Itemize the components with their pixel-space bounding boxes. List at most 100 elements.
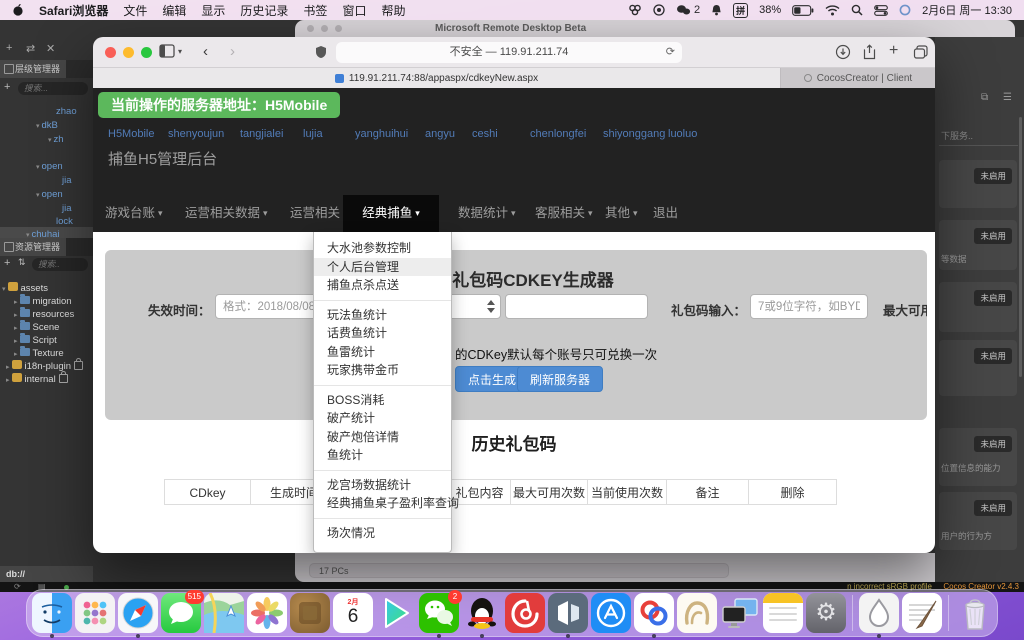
dock-navicat[interactable] bbox=[677, 593, 717, 633]
hierarchy-node[interactable]: ▾dkB bbox=[36, 119, 58, 132]
swap-icon[interactable]: ⇄ bbox=[26, 42, 35, 55]
nav-statistics[interactable]: 数据统计 bbox=[458, 195, 516, 232]
tab-assets[interactable]: 资源管理器 bbox=[0, 238, 66, 256]
menu-item[interactable]: 捕鱼点杀点送 bbox=[314, 276, 451, 295]
menu-item[interactable]: 玩家携带金币 bbox=[314, 361, 451, 380]
tab-hierarchy[interactable]: 层级管理器 bbox=[0, 60, 66, 78]
hierarchy-node[interactable]: ▾open bbox=[36, 188, 63, 201]
dock-qq[interactable] bbox=[462, 593, 502, 633]
nav-other[interactable]: 其他 bbox=[605, 195, 638, 232]
dock-trash[interactable] bbox=[955, 593, 995, 633]
dock-sunlogin[interactable] bbox=[634, 593, 674, 633]
dock-calendar[interactable]: 2月 6 bbox=[333, 593, 373, 633]
address-bar[interactable]: 不安全 — 119.91.211.74 ⟳ bbox=[336, 42, 682, 63]
menu-item[interactable]: BOSS消耗 bbox=[314, 391, 451, 410]
cluster-icon[interactable] bbox=[628, 4, 642, 16]
record-icon[interactable] bbox=[653, 4, 665, 16]
hierarchy-search-input[interactable]: 搜索... bbox=[18, 82, 88, 95]
menu-item[interactable]: 大水池参数控制 bbox=[314, 239, 451, 258]
server-link[interactable]: ceshi bbox=[472, 128, 498, 140]
asset-node-assets[interactable]: ▾assets bbox=[2, 282, 48, 295]
service-card[interactable]: 未启用 bbox=[939, 282, 1017, 332]
menu-item-highlighted[interactable]: 个人后台管理 bbox=[314, 258, 451, 277]
add-asset-button[interactable]: + bbox=[4, 257, 10, 269]
bell-icon[interactable] bbox=[711, 4, 722, 16]
reload-icon[interactable]: ⟳ bbox=[666, 42, 675, 63]
menu-item[interactable]: 破产统计 bbox=[314, 409, 451, 428]
input-method-icon[interactable]: 拼 bbox=[733, 3, 748, 18]
menu-file[interactable]: 文件 bbox=[123, 2, 147, 19]
dock-photos[interactable] bbox=[247, 593, 287, 633]
dock-finder[interactable] bbox=[32, 593, 72, 633]
close-icon[interactable]: ✕ bbox=[46, 42, 55, 55]
nav-classic-fishing[interactable]: 经典捕鱼 bbox=[343, 195, 439, 232]
menu-item[interactable]: 场次情况 bbox=[314, 524, 451, 543]
refresh-icon[interactable]: ⟳ bbox=[14, 582, 21, 592]
menu-item[interactable]: 鱼统计 bbox=[314, 446, 451, 465]
dock-bronze-app[interactable] bbox=[290, 593, 330, 633]
asset-node[interactable]: ▸Texture bbox=[14, 347, 64, 360]
dock-notes[interactable] bbox=[763, 593, 803, 633]
tab-overview-icon[interactable] bbox=[913, 44, 929, 60]
hierarchy-node[interactable]: ▾open bbox=[36, 160, 63, 173]
dock-messages[interactable]: 515 bbox=[161, 593, 201, 633]
service-card[interactable]: 未启用 位置信息的能力 bbox=[939, 428, 1017, 486]
tab-cdkey-page[interactable]: 119.91.211.74:88/appaspx/cdkeyNew.aspx bbox=[93, 68, 781, 88]
share-icon[interactable] bbox=[862, 44, 877, 60]
sidebar-icon[interactable] bbox=[159, 44, 175, 58]
hierarchy-node[interactable]: zhao bbox=[56, 105, 77, 118]
site-brand[interactable]: 捕鱼H5管理后台 bbox=[108, 148, 217, 169]
cdkey-input[interactable] bbox=[750, 294, 868, 319]
tab-cocos-creator[interactable]: CocosCreator | Client bbox=[781, 68, 935, 88]
sort-icon[interactable]: ⇅ bbox=[18, 257, 26, 268]
asset-node-locked[interactable]: ▸internal bbox=[6, 373, 68, 386]
dock-system-settings[interactable]: ⚙ bbox=[806, 593, 846, 633]
menu-item[interactable]: 玩法鱼统计 bbox=[314, 306, 451, 325]
chevron-down-icon[interactable]: ▾ bbox=[178, 47, 182, 56]
dock-safari[interactable] bbox=[118, 593, 158, 633]
server-link[interactable]: angyu bbox=[425, 128, 455, 140]
nav-operation-data[interactable]: 运营相关数据 bbox=[185, 195, 268, 232]
sync-status-icon[interactable] bbox=[899, 4, 911, 16]
back-button[interactable]: ‹ bbox=[203, 43, 208, 60]
menu-window[interactable]: 窗口 bbox=[342, 2, 366, 19]
service-card[interactable]: 未启用 bbox=[939, 340, 1017, 396]
server-link[interactable]: luoluo bbox=[668, 128, 697, 140]
menu-view[interactable]: 显示 bbox=[201, 2, 225, 19]
control-center-icon[interactable] bbox=[874, 5, 888, 16]
wifi-icon[interactable] bbox=[825, 5, 840, 16]
wechat-menu-icon[interactable]: 2 bbox=[676, 4, 700, 16]
server-link[interactable]: tangjialei bbox=[240, 128, 283, 140]
assets-search-input[interactable]: 搜索.. bbox=[32, 258, 88, 271]
menu-bar-clock[interactable]: 2月6日 周一 13:30 bbox=[922, 2, 1012, 18]
menu-item[interactable]: 龙宫场数据统计 bbox=[314, 476, 451, 495]
dock-wechat[interactable]: 2 bbox=[419, 593, 459, 633]
active-app-menu[interactable]: Safari浏览器 bbox=[39, 2, 108, 19]
hierarchy-node[interactable]: jia bbox=[62, 174, 72, 187]
privacy-shield-icon[interactable] bbox=[315, 45, 327, 59]
dock-maps[interactable] bbox=[204, 593, 244, 633]
server-link[interactable]: H5Mobile bbox=[108, 128, 154, 140]
dock-remote-displays[interactable] bbox=[720, 593, 760, 633]
spotlight-icon[interactable] bbox=[851, 4, 863, 16]
dock-launchpad[interactable] bbox=[75, 593, 115, 633]
scrollbar[interactable] bbox=[1019, 117, 1022, 377]
service-card[interactable]: 未启用 等数据 bbox=[939, 220, 1017, 270]
refresh-servers-button[interactable]: 刷新服务器 bbox=[517, 366, 603, 392]
menu-item[interactable]: 话费鱼统计 bbox=[314, 324, 451, 343]
asset-node-locked[interactable]: ▸i18n-plugin bbox=[6, 360, 83, 373]
menu-icon[interactable]: ☰ bbox=[1003, 92, 1012, 103]
server-link[interactable]: yanghuihui bbox=[355, 128, 408, 140]
downloads-icon[interactable] bbox=[835, 44, 851, 60]
dock-video-player[interactable] bbox=[376, 593, 416, 633]
menu-item[interactable]: 经典捕鱼桌子盈利率查询 bbox=[314, 494, 451, 513]
forward-button[interactable]: › bbox=[230, 43, 235, 60]
menu-bookmarks[interactable]: 书签 bbox=[303, 2, 327, 19]
menu-history[interactable]: 历史记录 bbox=[240, 2, 288, 19]
apple-logo-icon[interactable] bbox=[12, 3, 24, 17]
dock-netease-music[interactable] bbox=[505, 593, 545, 633]
new-tab-icon[interactable]: + bbox=[889, 42, 898, 60]
dock-textedit[interactable] bbox=[902, 593, 942, 633]
hierarchy-node[interactable]: ▾zh bbox=[48, 133, 64, 146]
close-window-button[interactable] bbox=[105, 47, 116, 58]
